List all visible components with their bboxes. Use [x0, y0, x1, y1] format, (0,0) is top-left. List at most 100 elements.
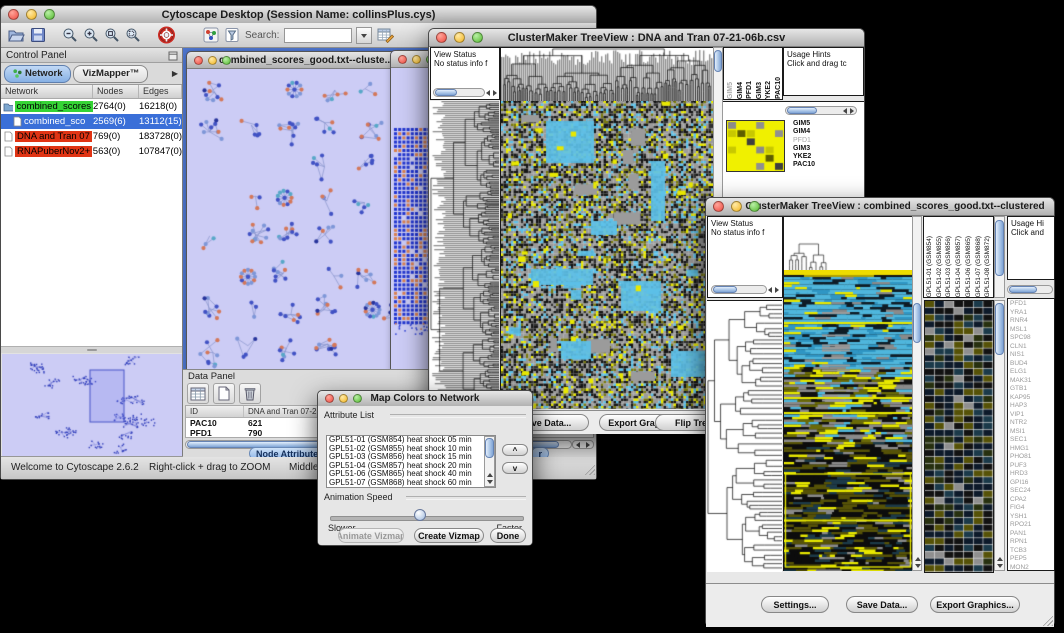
gene-label[interactable]: MSL1: [1010, 326, 1054, 335]
gene-label[interactable]: NTR2: [1010, 419, 1054, 428]
tv1-usage-scrollbar[interactable]: [785, 106, 857, 115]
tv2-status-scrollbar[interactable]: [711, 285, 767, 294]
scroll-up-arrow[interactable]: [997, 557, 1003, 561]
zoom-selected-icon[interactable]: [125, 27, 141, 43]
gene-label[interactable]: MSI1: [1010, 428, 1054, 437]
save-button[interactable]: [30, 27, 46, 43]
attribute-listbox[interactable]: GPL51-01 (GSM854) heat shock 05 minGPL51…: [326, 435, 496, 488]
gene-label[interactable]: MON2: [1010, 564, 1054, 572]
array-column-label[interactable]: GIM3: [755, 82, 765, 99]
scroll-left-arrow[interactable]: [843, 108, 847, 114]
gene-label[interactable]: PHO81: [1010, 453, 1054, 462]
zoom-in-icon[interactable]: [83, 27, 99, 43]
gene-label[interactable]: GPI16: [1010, 479, 1054, 488]
gene-label[interactable]: HRD3: [1010, 470, 1054, 479]
trash-icon[interactable]: [239, 383, 261, 404]
zoom-button[interactable]: [472, 32, 483, 43]
array-column-label[interactable]: GPL51-04 (GSM857): [954, 236, 964, 297]
array-column-label[interactable]: GPL51-03 (GSM856): [944, 236, 954, 297]
save-data-button[interactable]: Save Data...: [846, 596, 918, 613]
help-lifering-icon[interactable]: [157, 26, 176, 44]
tv2-zoom-heatmap[interactable]: [924, 300, 994, 573]
search-dropdown-button[interactable]: [356, 27, 372, 44]
gene-label[interactable]: PAN1: [1010, 530, 1054, 539]
gene-label[interactable]: RNR4: [1010, 317, 1054, 326]
scroll-down-arrow[interactable]: [915, 564, 921, 568]
gene-label[interactable]: YKE2: [793, 153, 853, 161]
network-row[interactable]: RNAPuberNov2+ 563(0) 107847(0): [1, 144, 182, 159]
tv1-row-dendrogram[interactable]: [430, 101, 499, 409]
zoom-button[interactable]: [749, 201, 760, 212]
gene-label[interactable]: PAC10: [793, 161, 853, 169]
gene-label[interactable]: MAK31: [1010, 377, 1054, 386]
export-graphics-button[interactable]: Export Graphics...: [930, 596, 1020, 613]
close-button[interactable]: [194, 56, 203, 65]
gene-label[interactable]: PUF3: [1010, 462, 1054, 471]
zoom-out-icon[interactable]: [62, 27, 78, 43]
move-down-button[interactable]: v: [502, 462, 528, 474]
network-editor-icon[interactable]: [203, 27, 219, 43]
tv1-column-dendrogram[interactable]: [500, 47, 714, 102]
minimize-button[interactable]: [339, 394, 348, 403]
gene-label[interactable]: VIP1: [1010, 411, 1054, 420]
data-panel-scroll-arrows[interactable]: [572, 440, 594, 449]
gene-label[interactable]: KAP95: [1010, 394, 1054, 403]
gene-label[interactable]: NIS1: [1010, 351, 1054, 360]
panel-splitter[interactable]: [1, 347, 182, 353]
open-file-button[interactable]: [7, 27, 25, 43]
float-panel-icon[interactable]: [168, 51, 178, 61]
gene-label[interactable]: YSH1: [1010, 513, 1054, 522]
gene-label[interactable]: SEC24: [1010, 487, 1054, 496]
array-column-label[interactable]: GIM4: [736, 82, 746, 99]
network-overview-canvas[interactable]: [2, 354, 182, 457]
scroll-left-arrow[interactable]: [768, 287, 772, 293]
search-input[interactable]: [284, 28, 352, 43]
minimize-button[interactable]: [412, 55, 421, 64]
gene-label[interactable]: RPN1: [1010, 538, 1054, 547]
tv2-heatmap-vscrollbar[interactable]: [912, 216, 922, 571]
gene-label[interactable]: PEP5: [1010, 555, 1054, 564]
close-button[interactable]: [713, 201, 724, 212]
scroll-down-arrow[interactable]: [997, 564, 1003, 568]
resize-grip[interactable]: [582, 462, 595, 475]
gene-label[interactable]: CPA2: [1010, 496, 1054, 505]
array-column-label[interactable]: YKE2: [764, 81, 774, 99]
scroll-right-arrow[interactable]: [775, 287, 779, 293]
gene-label[interactable]: GIM3: [793, 145, 853, 153]
gene-label[interactable]: CLN1: [1010, 343, 1054, 352]
close-button[interactable]: [436, 32, 447, 43]
tv1-status-scrollbar[interactable]: [433, 88, 485, 97]
gene-label[interactable]: YRA1: [1010, 309, 1054, 318]
scroll-right-arrow[interactable]: [850, 108, 854, 114]
resize-grip[interactable]: [1040, 613, 1053, 626]
tv2-labels-vscrollbar[interactable]: [994, 216, 1005, 298]
close-button[interactable]: [8, 9, 19, 20]
create-vizmap-button[interactable]: Create Vizmap: [414, 528, 484, 543]
done-button[interactable]: Done: [490, 528, 526, 543]
tv1-heatmap[interactable]: [500, 101, 713, 409]
network-row[interactable]: DNA and Tran 07 769(0) 183728(0): [1, 129, 182, 144]
array-column-label[interactable]: PFD1: [745, 81, 755, 99]
gene-label[interactable]: GTB1: [1010, 385, 1054, 394]
array-column-label[interactable]: GPL51-07 (GSM868): [974, 236, 984, 297]
tv2-titlebar[interactable]: ClusterMaker TreeView : combined_scores_…: [706, 198, 1054, 216]
network-row-selected[interactable]: combined_sco 2569(6) 13112(15): [1, 114, 182, 129]
tv2-row-dendrogram[interactable]: [707, 300, 782, 572]
animate-vizmap-button[interactable]: Animate Vizmap: [338, 528, 404, 543]
gene-label[interactable]: HMG1: [1010, 445, 1054, 454]
tv2-column-dendrogram[interactable]: [783, 216, 913, 272]
gene-label[interactable]: SEC1: [1010, 436, 1054, 445]
close-button[interactable]: [398, 55, 407, 64]
tab-vizmapper[interactable]: VizMapper™: [73, 65, 148, 83]
move-up-button[interactable]: ^: [502, 444, 528, 456]
animation-speed-slider[interactable]: [330, 516, 524, 521]
gene-label[interactable]: SPC98: [1010, 334, 1054, 343]
array-column-label[interactable]: GPL51-01 (GSM854): [925, 236, 935, 297]
main-titlebar[interactable]: Cytoscape Desktop (Session Name: collins…: [1, 6, 596, 24]
more-tabs-arrow[interactable]: ▶: [172, 69, 178, 78]
scroll-up-arrow[interactable]: [915, 557, 921, 561]
zoom-button[interactable]: [44, 9, 55, 20]
slider-thumb[interactable]: [414, 509, 426, 521]
minimize-button[interactable]: [731, 201, 742, 212]
minimize-button[interactable]: [208, 56, 217, 65]
